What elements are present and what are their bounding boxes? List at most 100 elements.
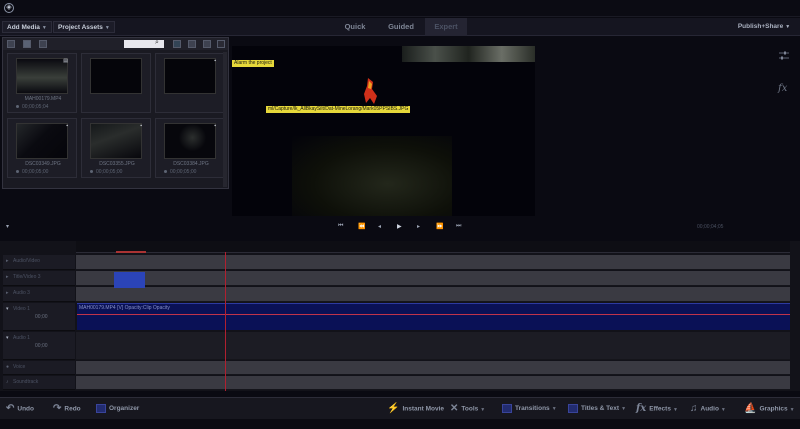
adjust-panel-icon[interactable]: [778, 50, 790, 62]
track-header[interactable]: ▾ Video 1 00;00: [3, 303, 75, 331]
overlay-text: ml/Capture/lk_AllBkaySilt/Dat-MineLorang…: [266, 106, 411, 113]
grid-view-icon[interactable]: [23, 40, 31, 48]
track-sub-label: 00;00: [35, 343, 48, 349]
asset-thumbnail: [90, 58, 142, 94]
panel-menu-icon[interactable]: [203, 40, 211, 48]
track-lane[interactable]: [76, 332, 790, 360]
track-header[interactable]: ● Voice: [3, 361, 75, 375]
asset-item[interactable]: ▪: [155, 53, 225, 113]
asset-type-icon: ▪: [214, 123, 216, 129]
track-header[interactable]: ▸ Audio 3: [3, 287, 75, 302]
track-lane[interactable]: [76, 271, 790, 286]
tab-quick[interactable]: Quick: [330, 18, 380, 36]
video-clip[interactable]: MAH00179.MP4 [V] Opacity:Clip Opacity: [77, 303, 790, 330]
frame-back-icon[interactable]: ◂: [378, 223, 381, 230]
opacity-rubberband[interactable]: [77, 314, 790, 315]
undo-label: Undo: [17, 405, 34, 413]
redo-button[interactable]: ↷ Redo: [53, 403, 81, 415]
asset-type-icon: ▤: [63, 58, 68, 64]
instant-movie-button[interactable]: ⚡ Instant Movie: [387, 403, 444, 415]
step-back-icon[interactable]: ⏪: [358, 223, 365, 230]
lock-icon[interactable]: ▸: [6, 258, 9, 264]
track-lane[interactable]: [76, 255, 790, 270]
new-folder-icon[interactable]: [173, 40, 181, 48]
tools-icon: ✕: [450, 403, 459, 414]
undo-icon: ↶: [6, 403, 15, 414]
mic-icon[interactable]: ●: [6, 364, 9, 370]
list-view-icon[interactable]: [7, 40, 15, 48]
tab-guided[interactable]: Guided: [378, 18, 424, 36]
music-icon[interactable]: ♪: [6, 379, 9, 385]
asset-duration: 00;00;05;04: [22, 104, 49, 110]
video-frame-figure: [364, 78, 377, 104]
asset-thumbnail: [16, 123, 68, 159]
asset-item[interactable]: ▪ DSC03349.JPG 00;00;05;00: [7, 118, 77, 178]
tools-button[interactable]: ✕ Tools ▼: [450, 403, 485, 415]
chevron-down-icon: ▼: [104, 25, 110, 31]
add-media-button[interactable]: Add Media ▼: [2, 21, 52, 33]
asset-duration: 00;00;05;00: [96, 169, 123, 175]
transitions-button[interactable]: Transitions ▼: [502, 403, 557, 415]
instant-movie-label: Instant Movie: [402, 405, 444, 413]
asset-item[interactable]: ▪ DSC03384.JPG 00;00;05;00: [155, 118, 225, 178]
lock-icon[interactable]: ▸: [6, 274, 9, 280]
audio-button[interactable]: ♫ Audio ▼: [690, 403, 726, 415]
publish-share-button[interactable]: Publish+Share ▼: [737, 18, 791, 36]
video-frame-ground: [292, 136, 452, 216]
track-header[interactable]: ♪ Soundtrack: [3, 376, 75, 390]
filter-icon[interactable]: [39, 40, 47, 48]
chevron-down-icon: ▼: [551, 406, 557, 412]
track-lane[interactable]: [76, 287, 790, 302]
track-header[interactable]: ▸ Audio/Video: [3, 255, 75, 270]
organizer-icon: [96, 403, 106, 413]
asset-name: MAH00179.MP4: [24, 96, 62, 102]
asset-duration: 00;00;05;00: [22, 169, 49, 175]
track-label: Audio 3: [13, 290, 30, 296]
panel-options-icon[interactable]: [217, 40, 225, 48]
track-lane[interactable]: [76, 361, 790, 375]
frame-forward-icon[interactable]: ▸: [417, 223, 420, 230]
effects-button[interactable]: fx Effects ▼: [636, 403, 678, 415]
delete-icon[interactable]: [188, 40, 196, 48]
work-area-marker[interactable]: [116, 251, 146, 253]
title-clip[interactable]: [114, 272, 145, 288]
effects-label: Effects: [649, 405, 671, 413]
tab-expert[interactable]: Expert: [425, 18, 467, 36]
go-to-end-icon[interactable]: ⏭: [456, 223, 461, 230]
expand-icon[interactable]: ▾: [6, 335, 9, 341]
graphics-button[interactable]: ⛵ Graphics ▼: [744, 403, 795, 415]
asset-name: DSC03355.JPG: [99, 161, 135, 167]
undo-button[interactable]: ↶ Undo: [6, 403, 34, 415]
search-icon: ⌕: [155, 39, 159, 46]
lock-icon[interactable]: ▸: [6, 290, 9, 296]
chevron-down-icon: ▼: [720, 406, 726, 413]
transitions-label: Transitions: [515, 405, 550, 412]
scrollbar[interactable]: [223, 52, 227, 187]
play-icon[interactable]: ▶: [397, 223, 402, 230]
video-frame-canopy: [402, 46, 535, 62]
status-dot-icon: [164, 170, 167, 173]
go-to-start-icon[interactable]: ⏮: [338, 223, 343, 230]
asset-item[interactable]: [81, 53, 151, 113]
titles-text-button[interactable]: Titles & Text ▼: [568, 403, 626, 415]
playhead[interactable]: [225, 252, 226, 391]
track-lane[interactable]: [76, 376, 790, 390]
project-assets-panel: ⌕ ▤ MAH00179.MP4 00;00;05;04 ▪ ▪ DSC0334…: [2, 37, 229, 189]
status-dot-icon: [16, 105, 19, 108]
step-forward-icon[interactable]: ⏩: [436, 223, 443, 230]
track-header[interactable]: ▾ Audio 1 00;00: [3, 332, 75, 360]
track-sub-label: 00;00: [35, 314, 48, 320]
asset-duration: 00;00;05;00: [170, 169, 197, 175]
fx-icon[interactable]: fx: [778, 83, 787, 94]
asset-item[interactable]: ▤ MAH00179.MP4 00;00;05;04: [7, 53, 77, 113]
expand-icon[interactable]: ▾: [6, 306, 9, 312]
preview-monitor[interactable]: Alarm the project ml/Capture/lk_AllBkayS…: [232, 46, 535, 216]
timeline-ruler[interactable]: [76, 241, 790, 253]
project-assets-button[interactable]: Project Assets ▼: [53, 21, 115, 33]
transport-controls: ▾ ⏮ ⏪ ◂ ▶ ▸ ⏩ ⏭ 00;00;04;05: [0, 221, 800, 235]
chevron-down-icon: ▼: [480, 406, 486, 413]
track-header[interactable]: ▸ Title/Video 3: [3, 271, 75, 286]
chevron-down-icon[interactable]: ▾: [6, 223, 9, 230]
organizer-button[interactable]: Organizer: [96, 403, 139, 415]
asset-item[interactable]: ▪ DSC03355.JPG 00;00;05;00: [81, 118, 151, 178]
